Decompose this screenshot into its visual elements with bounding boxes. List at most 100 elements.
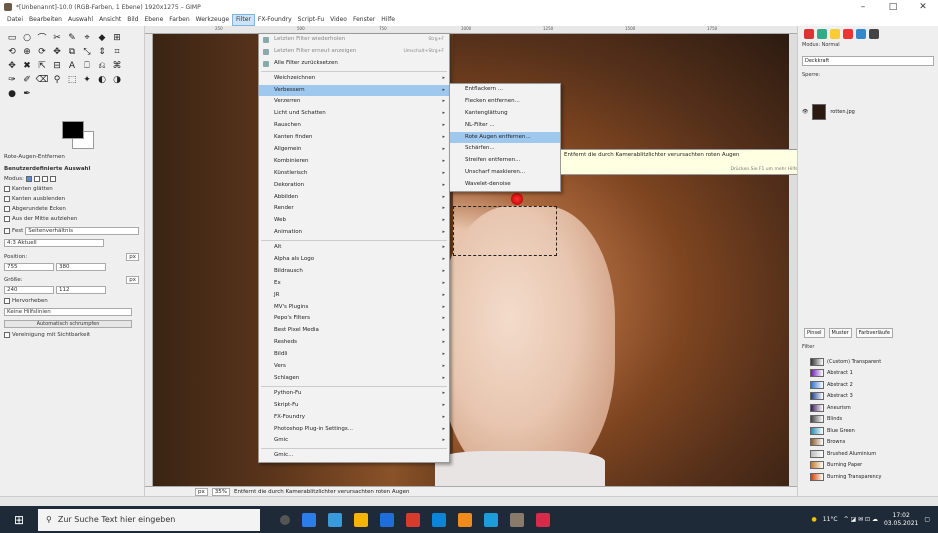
- tab-brushes[interactable]: Pinsel: [804, 328, 825, 338]
- explorer-icon[interactable]: [354, 512, 368, 527]
- menu-farben[interactable]: Farben: [166, 14, 192, 26]
- tool-icon[interactable]: ◆: [96, 32, 108, 43]
- minimize-button[interactable]: –: [848, 0, 878, 14]
- menu-item[interactable]: FX-Foundry ▸: [259, 412, 449, 424]
- tool-icon[interactable]: ⌫: [36, 74, 49, 85]
- mode-replace-icon[interactable]: [25, 176, 32, 182]
- menu-ansicht[interactable]: Ansicht: [96, 14, 124, 26]
- tab-patterns[interactable]: Muster: [828, 328, 852, 338]
- menu-item[interactable]: Künstlerisch ▸: [259, 168, 449, 180]
- highlight-row[interactable]: Hervorheben: [4, 298, 139, 304]
- gradient-item[interactable]: Browns: [810, 437, 934, 449]
- menu-item[interactable]: Unscharf maskieren...: [450, 167, 560, 179]
- option-from-center[interactable]: Aus der Mitte aufziehen: [4, 216, 139, 222]
- menu-item[interactable]: Streifen entfernen...: [450, 155, 560, 167]
- patterns-tab-icon[interactable]: [869, 29, 879, 39]
- menu-item[interactable]: Python-Fu ▸: [259, 388, 449, 400]
- checkbox[interactable]: [4, 206, 10, 212]
- layers-tab-icon[interactable]: [804, 29, 814, 39]
- fixed-select[interactable]: Seitenverhältnis: [25, 227, 139, 235]
- menu-item[interactable]: Letzten Filter wiederholen Strg+F: [259, 34, 449, 46]
- zoom-select[interactable]: 35%: [211, 487, 230, 496]
- menu-filter[interactable]: Filter: [232, 14, 255, 26]
- mode-intersect-icon[interactable]: [49, 176, 56, 182]
- tool-icon[interactable]: ✥: [6, 60, 18, 71]
- position-y-input[interactable]: 380: [56, 263, 106, 271]
- position-unit-select[interactable]: px: [126, 253, 139, 261]
- menu-item[interactable]: Weichzeichnen ▸: [259, 73, 449, 85]
- gradient-item[interactable]: Blue Green: [810, 425, 934, 437]
- gradient-item[interactable]: Burning Paper: [810, 460, 934, 472]
- menu-item[interactable]: Abbilden ▸: [259, 192, 449, 204]
- tool-icon[interactable]: ⌒: [36, 32, 48, 44]
- windows-start-icon[interactable]: ⊞: [0, 506, 38, 533]
- menu-item[interactable]: Wavelet-denoise: [450, 179, 560, 191]
- gradient-item[interactable]: Aneurism: [810, 402, 934, 414]
- menu-item[interactable]: Schlagen ▸: [259, 373, 449, 385]
- fixed-checkbox[interactable]: [4, 228, 10, 234]
- menu-item[interactable]: MV's Plugins ▸: [259, 302, 449, 314]
- tool-icon[interactable]: ⌘: [111, 60, 123, 71]
- tool-icon[interactable]: ●: [6, 88, 18, 99]
- menu-item[interactable]: Flecken entfernen...: [450, 96, 560, 108]
- guides-select[interactable]: Keine Hilfslinien: [4, 308, 132, 316]
- tool-icon[interactable]: ✎: [66, 32, 78, 43]
- gradient-item[interactable]: Abstract 3: [810, 391, 934, 403]
- maximize-button[interactable]: □: [878, 0, 908, 14]
- size-unit-select[interactable]: px: [126, 276, 139, 284]
- gradient-item[interactable]: Blinds: [810, 414, 934, 426]
- unit-select[interactable]: px: [195, 487, 208, 496]
- eye-icon[interactable]: 👁: [802, 109, 808, 115]
- gradient-item[interactable]: (Custom) Transparent: [810, 356, 934, 368]
- menu-item[interactable]: Best Pixel Media ▸: [259, 325, 449, 337]
- checkbox[interactable]: [4, 186, 10, 192]
- menu-script-fu[interactable]: Script-Fu: [295, 14, 328, 26]
- option-antialias[interactable]: Kanten glätten: [4, 186, 139, 192]
- menu-item[interactable]: Vers ▸: [259, 361, 449, 373]
- menu-item[interactable]: Bildli ▸: [259, 349, 449, 361]
- menu-item[interactable]: Allgemein ▸: [259, 144, 449, 156]
- checkbox[interactable]: [4, 332, 10, 338]
- undo-tab-icon[interactable]: [843, 29, 853, 39]
- paths-tab-icon[interactable]: [830, 29, 840, 39]
- menu-item[interactable]: Kantenglättung: [450, 108, 560, 120]
- tool-icon[interactable]: ◑: [111, 74, 123, 85]
- tool-icon[interactable]: ✖: [21, 60, 33, 71]
- checkbox[interactable]: [4, 298, 10, 304]
- menu-item[interactable]: Bildrausch ▸: [259, 266, 449, 278]
- gradient-item[interactable]: Brushed Aluminium: [810, 448, 934, 460]
- gimp-taskbar-icon[interactable]: [510, 512, 524, 527]
- tool-icon[interactable]: ⟲: [6, 46, 18, 57]
- menu-item[interactable]: Ex ▸: [259, 278, 449, 290]
- tool-icon[interactable]: ✒: [21, 88, 33, 99]
- vertical-scrollbar[interactable]: [789, 34, 797, 486]
- photos-icon[interactable]: [432, 512, 446, 527]
- menu-fx-foundry[interactable]: FX-Foundry: [255, 14, 295, 26]
- selection-marquee[interactable]: [453, 206, 557, 256]
- menu-item[interactable]: Rote Augen entfernen...: [450, 131, 560, 144]
- tool-icon[interactable]: ○: [21, 32, 33, 43]
- layer-row[interactable]: 👁 rotten.jpg: [802, 102, 934, 122]
- menu-item[interactable]: Letzten Filter erneut anzeigen Umschalt+S…: [259, 46, 449, 58]
- menu-bild[interactable]: Bild: [124, 14, 141, 26]
- gradient-item[interactable]: Abstract 2: [810, 379, 934, 391]
- office-icon[interactable]: [406, 512, 420, 527]
- taskbar-search-input[interactable]: ⚲ Zur Suche Text hier eingeben: [38, 508, 260, 531]
- clock[interactable]: 17:02 03.05.2021: [884, 512, 918, 528]
- menu-item[interactable]: Resheds ▸: [259, 337, 449, 349]
- menu-item[interactable]: Animation ▸: [259, 227, 449, 239]
- menu-video[interactable]: Video: [327, 14, 350, 26]
- opacity-field[interactable]: Deckkraft: [802, 56, 934, 66]
- tab-gradients[interactable]: Farbverläufe: [855, 328, 893, 338]
- menu-datei[interactable]: Datei: [4, 14, 26, 26]
- menu-item[interactable]: Photoshop Plug-in Settings... ▸: [259, 424, 449, 436]
- menu-item[interactable]: Alpha als Logo ▸: [259, 254, 449, 266]
- app2-icon[interactable]: [536, 512, 550, 527]
- menu-fenster[interactable]: Fenster: [350, 14, 378, 26]
- menu-item[interactable]: Pepo's Filters ▸: [259, 313, 449, 325]
- tool-icon[interactable]: ⌗: [111, 46, 123, 57]
- tool-icon[interactable]: ✦: [81, 74, 93, 85]
- app-icon[interactable]: [484, 512, 498, 527]
- channels-tab-icon[interactable]: [817, 29, 827, 39]
- notification-icon[interactable]: ▢: [924, 516, 930, 523]
